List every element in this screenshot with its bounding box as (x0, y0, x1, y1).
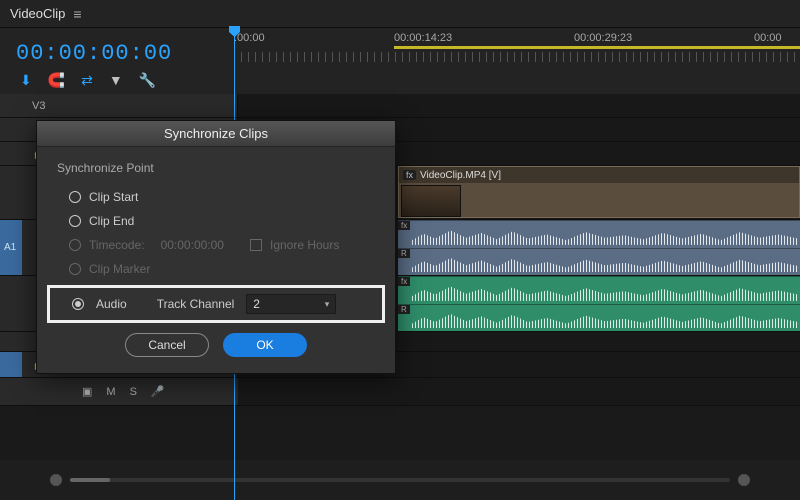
track-row: V3 (0, 94, 800, 118)
synchronize-clips-dialog: Synchronize Clips Synchronize Point Clip… (36, 120, 396, 374)
clip-thumbnail (401, 185, 461, 217)
fx-badge[interactable]: fx (403, 170, 416, 180)
clip-name: VideoClip.MP4 [V] (420, 170, 501, 181)
dialog-body: Synchronize Point Clip Start Clip End Ti… (37, 147, 395, 373)
zoom-handle-right[interactable] (738, 474, 750, 486)
audio-channel-l: fx (398, 220, 800, 248)
linked-selection-icon[interactable]: ⇄ (81, 72, 93, 89)
scroll-thumb[interactable] (70, 478, 110, 482)
audio-channel-l: fx (398, 276, 800, 304)
scroll-track[interactable] (70, 478, 730, 482)
dialog-titlebar[interactable]: Synchronize Clips (37, 121, 395, 147)
option-label: Clip End (89, 214, 134, 228)
ruler-ticks (234, 52, 800, 62)
cancel-button[interactable]: Cancel (125, 333, 209, 357)
timeline-horizontal-scroll[interactable] (0, 470, 800, 490)
audio-channel-r: R (398, 248, 800, 276)
track-channel-dropdown[interactable]: 2 ▾ (246, 294, 336, 314)
settings-wrench-icon[interactable]: 🔧 (139, 72, 156, 89)
channel-label: R (398, 305, 410, 314)
ok-button[interactable]: OK (223, 333, 307, 357)
option-label: Timecode: (89, 238, 145, 252)
waveform (412, 312, 798, 328)
dialog-section-label: Synchronize Point (57, 161, 375, 175)
radio-icon (69, 239, 81, 251)
track-label: V3 (32, 100, 45, 112)
radio-icon[interactable] (72, 298, 84, 310)
solo-button[interactable]: S (130, 386, 137, 398)
radio-icon (69, 263, 81, 275)
timeline-tool-row: ⬇ 🧲 ⇄ ▼ 🔧 (0, 66, 800, 94)
option-label: Clip Start (89, 190, 138, 204)
ruler-tick-label: :00:00 (234, 32, 265, 44)
panel-title: VideoClip (10, 6, 65, 21)
option-clip-marker: Clip Marker (57, 257, 375, 281)
track-content[interactable] (238, 378, 800, 405)
audio-clip[interactable]: fx R (398, 276, 800, 331)
video-clip[interactable]: fx VideoClip.MP4 [V] (398, 166, 800, 218)
clip-header: fx VideoClip.MP4 [V] (399, 167, 799, 183)
insert-mode-icon[interactable]: ⬇ (20, 72, 32, 89)
panel-header: VideoClip ≡ (0, 0, 800, 28)
track-header-v3[interactable]: V3 (0, 94, 238, 117)
work-area-bar[interactable] (394, 46, 800, 49)
zoom-handle-left[interactable] (50, 474, 62, 486)
option-clip-start[interactable]: Clip Start (57, 185, 375, 209)
radio-icon[interactable] (69, 215, 81, 227)
option-clip-end[interactable]: Clip End (57, 209, 375, 233)
chevron-down-icon: ▾ (325, 299, 330, 310)
fx-badge[interactable]: fx (398, 277, 410, 286)
track-row: ▣ M S 🎤 (0, 378, 800, 406)
toggle-output-icon[interactable]: ▣ (82, 385, 92, 398)
timecode-value: 00:00:00:00 (161, 238, 224, 252)
track-audio-tools: ▣ M S 🎤 (0, 378, 238, 405)
ruler-tick-label: 00:00:29:23 (574, 32, 632, 44)
voiceover-mic-icon[interactable]: 🎤 (151, 385, 165, 398)
checkbox-label: Ignore Hours (270, 238, 339, 252)
dialog-button-row: Cancel OK (57, 333, 375, 357)
timecode-row: 00:00:00:00 :00:00 00:00:14:23 00:00:29:… (0, 28, 800, 66)
time-ruler[interactable]: :00:00 00:00:14:23 00:00:29:23 00:00 (234, 28, 800, 66)
checkbox-icon (250, 239, 262, 251)
radio-icon[interactable] (69, 191, 81, 203)
playhead-timecode[interactable]: 00:00:00:00 (16, 41, 234, 66)
ruler-tick-label: 00:00:14:23 (394, 32, 452, 44)
channel-label: R (398, 249, 410, 258)
waveform (412, 256, 798, 272)
waveform (412, 285, 798, 301)
ruler-tick-label: 00:00 (754, 32, 782, 44)
dialog-title: Synchronize Clips (164, 126, 268, 141)
marker-icon[interactable]: ▼ (109, 72, 123, 88)
audio-clip[interactable]: fx R (398, 220, 800, 275)
dropdown-value: 2 (253, 297, 260, 311)
option-label: Clip Marker (89, 262, 150, 276)
track-content[interactable] (238, 94, 800, 117)
option-audio-highlighted[interactable]: Audio Track Channel 2 ▾ (47, 285, 385, 323)
option-timecode: Timecode: 00:00:00:00 Ignore Hours (57, 233, 375, 257)
fx-badge[interactable]: fx (398, 221, 410, 230)
panel-menu-icon[interactable]: ≡ (73, 6, 81, 22)
audio-channel-r: R (398, 304, 800, 332)
mute-button[interactable]: M (106, 386, 115, 398)
option-label: Audio (96, 297, 127, 311)
snap-icon[interactable]: 🧲 (48, 72, 65, 89)
track-channel-label: Track Channel (157, 297, 235, 311)
waveform (412, 229, 798, 245)
track-source-label: A1 (4, 242, 16, 253)
